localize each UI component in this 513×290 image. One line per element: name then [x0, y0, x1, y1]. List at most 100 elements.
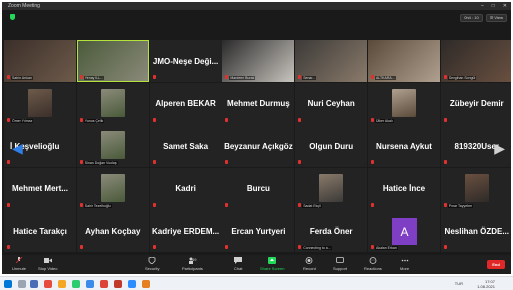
- mic-muted-icon: [79, 160, 83, 164]
- mic-muted-icon: [370, 75, 374, 79]
- app-icon[interactable]: [114, 280, 122, 288]
- shield-icon[interactable]: [10, 14, 15, 20]
- close-button[interactable]: ✕: [503, 2, 507, 10]
- zoom-taskbar-icon[interactable]: [128, 280, 136, 288]
- participant-tile[interactable]: Ayhan Koçbay: [76, 210, 149, 252]
- participant-name: Zübeyir Demir: [449, 99, 504, 108]
- participant-tile[interactable]: A Akalan Erkan: [367, 210, 440, 252]
- end-button[interactable]: End: [487, 260, 505, 269]
- participant-tile[interactable]: Mehmet Mert...: [4, 167, 76, 210]
- maximize-button[interactable]: □: [492, 2, 495, 10]
- participant-tile[interactable]: Sinan Doğan Vuolaş: [76, 125, 149, 167]
- participant-name: Samet Saka: [163, 141, 209, 151]
- participant-tile[interactable]: Nuri Ceyhan: [295, 82, 368, 125]
- participant-name: Kadriye ERDEM...: [152, 226, 220, 236]
- participant-tile[interactable]: Sadat Ekçil: [295, 167, 368, 210]
- mic-muted-icon: [79, 245, 83, 249]
- participant-tile[interactable]: Ferda Öner Connecting to a...: [295, 210, 368, 252]
- reactions-label: Reactions: [364, 266, 382, 271]
- stop-video-button[interactable]: Stop Video: [38, 257, 58, 271]
- participant-tile[interactable]: Yunus Çelik: [76, 82, 149, 125]
- participant-tile[interactable]: Mehmet Durmuş: [222, 82, 295, 125]
- participant-tile[interactable]: Olgun Duru: [295, 125, 368, 167]
- meeting-info-bar: [2, 10, 511, 26]
- mic-muted-icon: [7, 117, 10, 122]
- participant-tile[interactable]: Hatice İnce: [367, 167, 440, 210]
- participant-tile[interactable]: Senar...: [295, 40, 368, 82]
- participant-tile[interactable]: Nursena Aykut: [367, 125, 440, 167]
- view-button[interactable]: ☰ View: [485, 14, 507, 22]
- minimize-button[interactable]: –: [481, 2, 484, 10]
- mic-muted-icon: [152, 75, 156, 79]
- share-screen-button[interactable]: Share Screen: [260, 257, 284, 271]
- title-bar: Zoom Meeting – □ ✕: [2, 2, 511, 10]
- unmute-button[interactable]: Unmute: [12, 257, 26, 271]
- search-icon[interactable]: [18, 280, 26, 288]
- participant-label: Sevgihan Songül: [447, 76, 477, 80]
- participant-tile[interactable]: Neslihan ÖZDE...: [440, 210, 511, 252]
- next-page-icon[interactable]: ▶: [494, 140, 505, 157]
- participant-tile[interactable]: Sahir Tezelhoğlu: [76, 167, 149, 210]
- participant-name: Ayhan Koçbay: [85, 226, 141, 236]
- mic-muted-icon: [7, 245, 10, 249]
- participant-label: Yunus Çelik: [83, 118, 105, 123]
- participant-tile[interactable]: Kadriye ERDEM...: [149, 210, 222, 252]
- participant-tile[interactable]: Sevgihan Songül: [440, 40, 511, 82]
- participant-tile[interactable]: Pınar Tayyebm: [440, 167, 511, 210]
- file-explorer-icon[interactable]: [58, 280, 66, 288]
- meeting-timer: 0h4 : 10: [460, 14, 483, 22]
- prev-page-icon[interactable]: ◀: [12, 140, 23, 157]
- mic-muted-icon: [443, 160, 447, 164]
- record-button[interactable]: Record: [303, 257, 316, 271]
- language-indicator[interactable]: TUR: [455, 281, 463, 286]
- participant-name: Nursena Aykut: [376, 141, 432, 151]
- support-button[interactable]: Support: [333, 257, 347, 271]
- participant-name: JMO-Neşe Deği...: [152, 56, 219, 66]
- gallery-grid: Sahin Arıkan Yenay İLL... JMO-Neşe Deği...…: [4, 40, 511, 252]
- participant-tile[interactable]: Hatice Tarakçı: [4, 210, 76, 252]
- participant-label: Sahin Arıkan: [11, 76, 33, 80]
- chat-button[interactable]: Chat: [234, 257, 242, 271]
- more-button[interactable]: More: [400, 257, 409, 271]
- participant-tile[interactable]: Ercan Yurtyeri: [222, 210, 295, 252]
- participant-tile[interactable]: Ülker Akalı: [367, 82, 440, 125]
- participant-tile[interactable]: Kadri: [149, 167, 222, 210]
- app-icon[interactable]: [44, 280, 52, 288]
- participant-tile[interactable]: Sahin Arıkan: [4, 40, 76, 82]
- participant-name: Nuri Ceyhan: [307, 99, 355, 108]
- app-icon[interactable]: [72, 280, 80, 288]
- participant-tile[interactable]: Samet Saka: [149, 125, 222, 167]
- participant-tile[interactable]: Ömer Yılmaz: [4, 82, 76, 125]
- participants-label: Participants: [182, 266, 203, 271]
- participant-tile[interactable]: Zübeyir Demir: [440, 82, 511, 125]
- mic-muted-icon: [79, 202, 83, 207]
- participant-tile[interactable]: Burcu: [222, 167, 295, 210]
- window-title: Zoom Meeting: [8, 3, 40, 9]
- participant-tile[interactable]: ALTKARA...: [367, 40, 440, 82]
- participant-label: Akalan Erkan: [374, 246, 398, 250]
- record-label: Record: [303, 266, 316, 271]
- participant-tile[interactable]: JMO-Neşe Deği...: [149, 40, 222, 82]
- participant-tile[interactable]: Beyzanur Açıkgöz: [222, 125, 295, 167]
- participant-tile[interactable]: Yenay İLL...: [76, 40, 149, 82]
- unmute-label: Unmute: [12, 266, 27, 271]
- participant-tile[interactable]: Alperen BEKAR: [149, 82, 222, 125]
- app-icon[interactable]: [142, 280, 150, 288]
- browser-icon[interactable]: [86, 280, 94, 288]
- windows-start-icon[interactable]: [4, 280, 12, 288]
- participant-label: Senar...: [302, 76, 317, 80]
- chrome-icon[interactable]: [100, 280, 108, 288]
- task-view-icon[interactable]: [30, 280, 38, 288]
- mic-muted-icon: [370, 117, 374, 122]
- mic-muted-icon: [15, 257, 23, 264]
- chat-label: Chat: [234, 266, 243, 271]
- reactions-button[interactable]: Reactions: [364, 257, 382, 271]
- participant-name: Ercan Yurtyeri: [231, 226, 286, 236]
- participant-label: ALTKARA...: [374, 76, 396, 80]
- support-label: Support: [333, 266, 348, 271]
- participant-tile[interactable]: Mardeen Burak: [222, 40, 295, 82]
- camera-icon: [43, 258, 52, 263]
- chat-icon: [234, 257, 243, 264]
- security-button[interactable]: Security: [145, 257, 159, 271]
- support-icon: [336, 257, 344, 263]
